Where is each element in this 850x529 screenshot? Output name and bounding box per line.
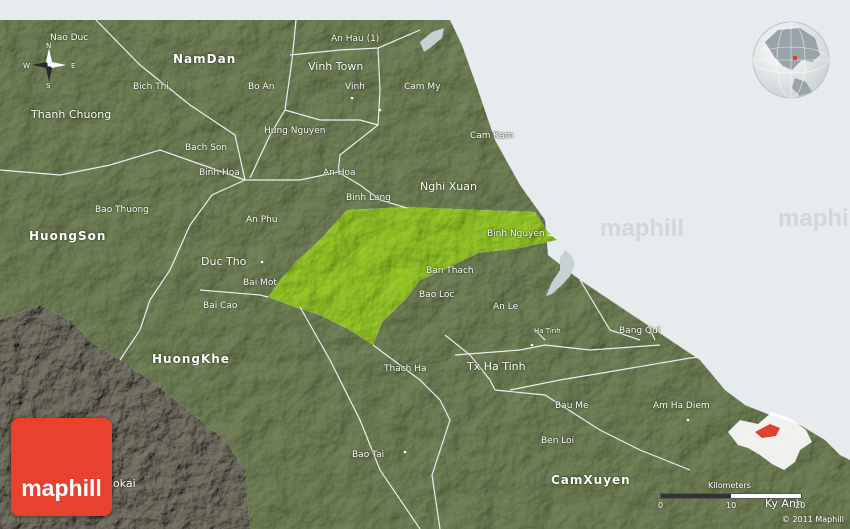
watermark: maphill xyxy=(778,205,850,232)
place-label: Bao Tai xyxy=(352,450,385,460)
place-label: HuongKhe xyxy=(152,352,230,366)
place-label: Ban Thach xyxy=(426,266,474,276)
place-label: Duc Tho xyxy=(201,255,247,268)
place-label: An Phu xyxy=(246,215,278,225)
place-label: Bai Mot xyxy=(243,278,277,288)
scale-title: Kilometers xyxy=(708,481,751,490)
place-label: Hung Nguyen xyxy=(264,126,326,136)
place-label: Nao Duc xyxy=(50,33,89,43)
place-label: Bich Thi xyxy=(133,82,169,92)
place-label: Ben Loi xyxy=(541,436,575,446)
scale-bar-graphic xyxy=(660,493,802,499)
place-label: An Hau (1) xyxy=(331,34,380,44)
map-canvas: maphill maphill N S E W Nao Duc NamDan A… xyxy=(0,0,850,529)
place-label: Bau Me xyxy=(555,401,589,411)
logo-text: maphill xyxy=(21,475,102,501)
place-label: Cam Kam xyxy=(470,131,514,141)
place-label: okai xyxy=(113,477,136,490)
place-label: Bai Cao xyxy=(203,301,238,311)
scale-tick: 20 xyxy=(795,501,806,510)
scale-tick: 10 xyxy=(726,501,737,510)
place-label: Cam My xyxy=(404,82,441,92)
place-label: Thach Ha xyxy=(384,364,427,374)
terrain-map xyxy=(0,0,850,529)
place-label: Nghi Xuan xyxy=(420,180,477,193)
scale-tick: 0 xyxy=(658,501,664,510)
place-label: Thanh Chuong xyxy=(31,108,112,121)
place-label: An Hoa xyxy=(323,168,356,178)
watermark: maphill xyxy=(600,215,685,242)
compass-east-label: E xyxy=(71,62,76,70)
place-label: Bao Thuong xyxy=(95,205,149,215)
place-label: HuongSon xyxy=(29,229,107,243)
place-label: Binh Lang xyxy=(346,193,391,203)
place-label: Bach Son xyxy=(185,143,228,153)
place-label: NamDan xyxy=(173,52,237,66)
place-label: Bang Qui xyxy=(619,326,661,336)
globe-locator-icon xyxy=(752,21,830,99)
place-label: CamXuyen xyxy=(551,473,631,487)
copyright-text: © 2011 Maphill xyxy=(781,515,844,524)
place-label: Binh Hoa xyxy=(199,168,240,178)
place-label: Binh Nguyen xyxy=(487,229,545,239)
place-label: Bo An xyxy=(248,82,275,92)
place-label: Vinh xyxy=(345,82,365,92)
place-label: Vinh Town xyxy=(308,60,364,73)
place-label: An Le xyxy=(493,302,519,312)
compass-north-label: N xyxy=(46,42,52,50)
place-label: Bao Loc xyxy=(419,290,455,300)
maphill-logo-icon[interactable]: maphill xyxy=(11,418,112,516)
place-label: Am Ha Diem xyxy=(653,401,710,411)
compass-west-label: W xyxy=(23,62,30,70)
place-label: Tx.Ha Tinh xyxy=(467,360,526,373)
compass-south-label: S xyxy=(46,82,51,90)
place-label: Ha Tinh xyxy=(534,327,561,335)
